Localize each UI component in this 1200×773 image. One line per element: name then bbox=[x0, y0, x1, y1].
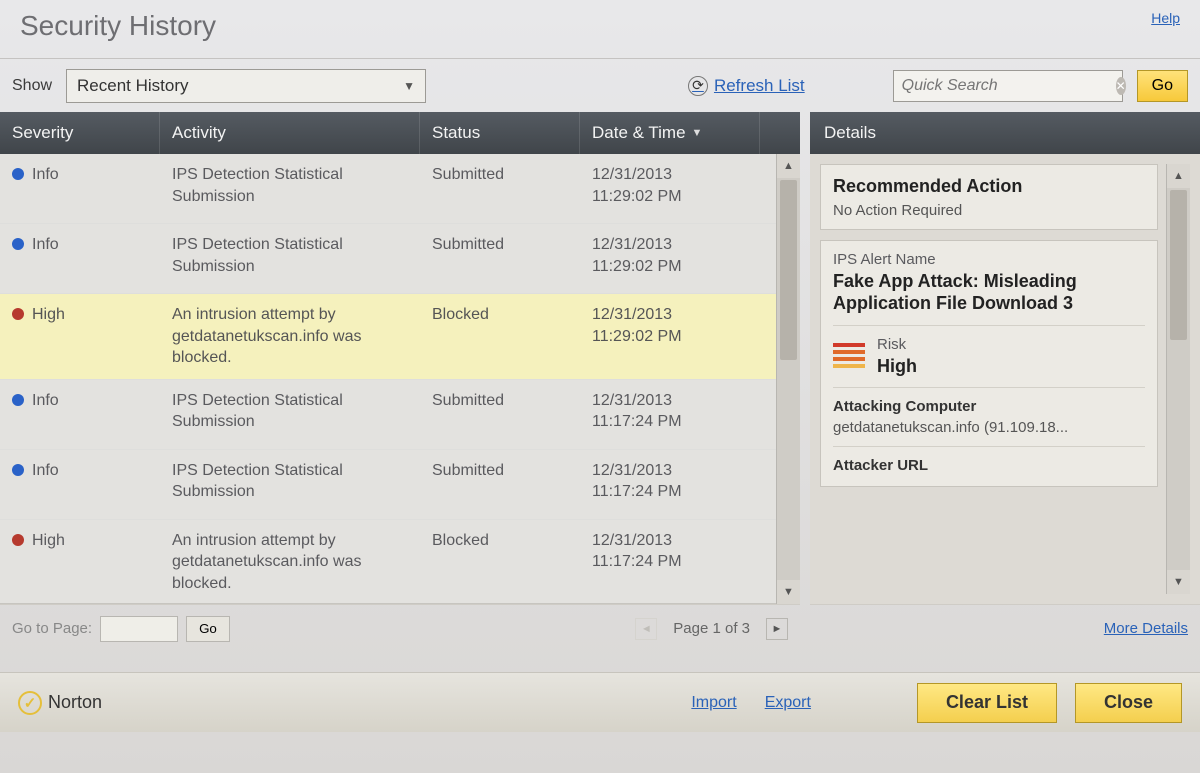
status-value: Submitted bbox=[420, 164, 580, 186]
recommended-action-value: No Action Required bbox=[833, 202, 1145, 219]
col-status[interactable]: Status bbox=[420, 112, 580, 154]
search-input[interactable] bbox=[902, 77, 1110, 95]
brand-logo: ✓ Norton bbox=[18, 691, 102, 715]
history-filter-dropdown[interactable]: Recent History ▼ bbox=[66, 69, 426, 103]
page-next-button[interactable]: ► bbox=[766, 618, 788, 640]
more-details-link[interactable]: More Details bbox=[1104, 620, 1188, 637]
table-row[interactable]: Info IPS Detection Statistical Submission… bbox=[0, 380, 776, 450]
datetime-value: 12/31/201311:29:02 PM bbox=[580, 234, 760, 277]
refresh-list-link[interactable]: ⟳ Refresh List bbox=[688, 76, 805, 96]
alert-info-panel: IPS Alert Name Fake App Attack: Misleadi… bbox=[820, 240, 1158, 488]
activity-value: IPS Detection Statistical Submission bbox=[160, 460, 420, 503]
severity-dot-icon bbox=[12, 394, 24, 406]
page-indicator: Page 1 of 3 bbox=[673, 620, 750, 637]
details-scrollbar[interactable]: ▲ ▼ bbox=[1166, 164, 1190, 594]
details-scroll-up-icon[interactable]: ▲ bbox=[1167, 164, 1190, 188]
goto-page-input[interactable] bbox=[100, 616, 178, 642]
clear-list-button[interactable]: Clear List bbox=[917, 683, 1057, 723]
severity-dot-icon bbox=[12, 534, 24, 546]
chevron-down-icon: ▼ bbox=[403, 79, 415, 93]
table-row[interactable]: High An intrusion attempt by getdatanetuk… bbox=[0, 294, 776, 380]
scroll-up-icon[interactable]: ▲ bbox=[777, 154, 800, 178]
table-header: Severity Activity Status Date & Time bbox=[0, 112, 800, 154]
recommended-action-panel: Recommended Action No Action Required bbox=[820, 164, 1158, 230]
datetime-value: 12/31/201311:29:02 PM bbox=[580, 304, 760, 347]
datetime-value: 12/31/201311:29:02 PM bbox=[580, 164, 760, 207]
table-row[interactable]: Info IPS Detection Statistical Submission… bbox=[0, 154, 776, 224]
help-link[interactable]: Help bbox=[1151, 10, 1180, 26]
datetime-value: 12/31/201311:17:24 PM bbox=[580, 390, 760, 433]
severity-value: Info bbox=[32, 164, 59, 186]
close-button[interactable]: Close bbox=[1075, 683, 1182, 723]
status-value: Blocked bbox=[420, 530, 580, 552]
alert-name-label: IPS Alert Name bbox=[833, 251, 1145, 268]
severity-value: Info bbox=[32, 460, 59, 482]
table-row[interactable]: Info IPS Detection Statistical Submission… bbox=[0, 450, 776, 520]
import-link[interactable]: Import bbox=[691, 694, 736, 712]
table-row[interactable]: High An intrusion attempt by getdatanetuk… bbox=[0, 520, 776, 604]
window-title: Security History bbox=[20, 10, 216, 42]
attacking-computer-label: Attacking Computer bbox=[833, 398, 1145, 415]
status-value: Submitted bbox=[420, 390, 580, 412]
export-link[interactable]: Export bbox=[765, 694, 811, 712]
datetime-value: 12/31/201311:17:24 PM bbox=[580, 460, 760, 503]
severity-value: High bbox=[32, 530, 65, 552]
activity-value: IPS Detection Statistical Submission bbox=[160, 390, 420, 433]
attacking-computer-value: getdatanetukscan.info (91.109.18... bbox=[833, 419, 1145, 436]
severity-dot-icon bbox=[12, 308, 24, 320]
severity-dot-icon bbox=[12, 168, 24, 180]
goto-page-label: Go to Page: bbox=[12, 620, 92, 637]
check-icon: ✓ bbox=[18, 691, 42, 715]
details-scroll-down-icon[interactable]: ▼ bbox=[1167, 570, 1190, 594]
severity-value: Info bbox=[32, 234, 59, 256]
risk-value: High bbox=[877, 355, 917, 378]
col-activity[interactable]: Activity bbox=[160, 112, 420, 154]
recommended-action-label: Recommended Action bbox=[833, 175, 1145, 198]
severity-dot-icon bbox=[12, 238, 24, 250]
scroll-down-icon[interactable]: ▼ bbox=[777, 580, 800, 604]
severity-value: High bbox=[32, 304, 65, 326]
table-row[interactable]: Info IPS Detection Statistical Submission… bbox=[0, 224, 776, 294]
table-scrollbar[interactable]: ▲ ▼ bbox=[776, 154, 800, 604]
event-table-body: Info IPS Detection Statistical Submission… bbox=[0, 154, 776, 604]
attacker-url-label: Attacker URL bbox=[833, 457, 1145, 474]
refresh-icon: ⟳ bbox=[688, 76, 708, 96]
status-value: Submitted bbox=[420, 234, 580, 256]
severity-value: Info bbox=[32, 390, 59, 412]
status-value: Submitted bbox=[420, 460, 580, 482]
activity-value: An intrusion attempt by getdatanetukscan… bbox=[160, 304, 420, 369]
search-go-button[interactable]: Go bbox=[1137, 70, 1188, 102]
page-prev-button[interactable]: ◄ bbox=[635, 618, 657, 640]
brand-name: Norton bbox=[48, 692, 102, 713]
severity-dot-icon bbox=[12, 464, 24, 476]
activity-value: An intrusion attempt by getdatanetukscan… bbox=[160, 530, 420, 595]
clear-search-icon[interactable]: ✕ bbox=[1116, 77, 1126, 95]
footer: ✓ Norton Import Export Clear List Close bbox=[0, 672, 1200, 732]
details-scroll-thumb[interactable] bbox=[1170, 190, 1187, 340]
details-header: Details bbox=[810, 112, 1200, 154]
alert-name-value: Fake App Attack: Misleading Application … bbox=[833, 270, 1145, 315]
status-value: Blocked bbox=[420, 304, 580, 326]
show-label: Show bbox=[12, 77, 52, 95]
scroll-thumb[interactable] bbox=[780, 180, 797, 360]
pager: Go to Page: Go ◄ Page 1 of 3 ► bbox=[0, 604, 800, 652]
toolbar: Show Recent History ▼ ⟳ Refresh List ✕ G… bbox=[0, 58, 1200, 112]
col-datetime[interactable]: Date & Time bbox=[580, 112, 760, 154]
dropdown-selected-value: Recent History bbox=[77, 76, 188, 96]
risk-label: Risk bbox=[877, 336, 917, 353]
activity-value: IPS Detection Statistical Submission bbox=[160, 164, 420, 207]
quick-search-box[interactable]: ✕ bbox=[893, 70, 1123, 102]
datetime-value: 12/31/201311:17:24 PM bbox=[580, 530, 760, 573]
activity-value: IPS Detection Statistical Submission bbox=[160, 234, 420, 277]
goto-page-button[interactable]: Go bbox=[186, 616, 230, 642]
col-severity[interactable]: Severity bbox=[0, 112, 160, 154]
risk-level-icon bbox=[833, 343, 865, 369]
